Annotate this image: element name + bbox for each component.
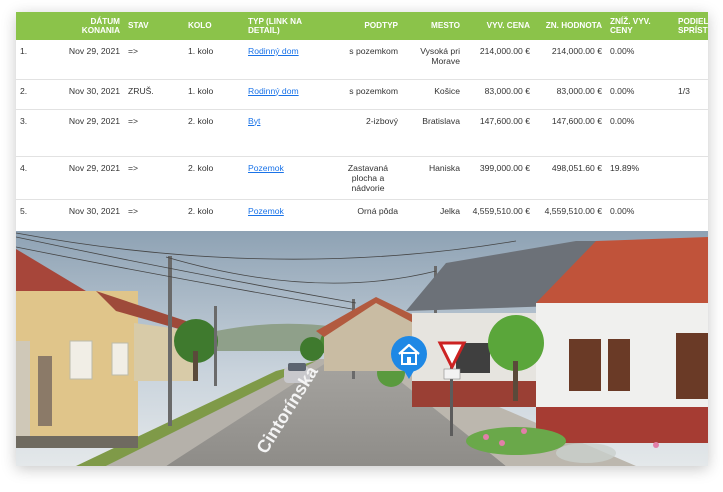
street-view-photo: Cintorínska <box>16 231 708 466</box>
price-cell: 4,559,510.00 € <box>464 199 534 236</box>
round-cell: 2. kolo <box>184 199 244 236</box>
city-cell: Jelka <box>402 199 464 236</box>
status-cell: => <box>124 109 184 157</box>
detail-link[interactable]: Rodinný dom <box>248 86 299 96</box>
subtype-cell: s pozemkom <box>320 79 402 110</box>
share-cell <box>674 199 708 236</box>
status-cell: => <box>124 40 184 80</box>
type-cell: Rodinný dom <box>244 40 320 80</box>
price-cell: 83,000.00 € <box>464 79 534 110</box>
auction-date: Nov 29, 2021 <box>56 109 124 157</box>
detail-link[interactable]: Pozemok <box>248 163 284 173</box>
share-cell: 1/3 <box>674 79 708 110</box>
col-header-zniz: ZNÍŽ. VYV. CENY <box>606 12 674 40</box>
detail-link[interactable]: Byt <box>248 116 260 126</box>
city-cell: Vysoká pri Morave <box>402 40 464 80</box>
detail-link[interactable]: Rodinný dom <box>248 46 299 56</box>
col-header-mesto: MESTO <box>402 12 464 40</box>
auction-table: DÁTUM KONANIA STAV KOLO TYP (LINK NA DET… <box>16 12 708 236</box>
subtype-cell: 2-izbový <box>320 109 402 157</box>
table-row: 3. Nov 29, 2021 => 2. kolo Byt 2-izbový … <box>16 109 708 157</box>
price-cell: 399,000.00 € <box>464 156 534 200</box>
round-cell: 2. kolo <box>184 156 244 200</box>
status-cell: ZRUŠ. <box>124 79 184 110</box>
reduction-cell: 0.00% <box>606 109 674 157</box>
price-cell: 214,000.00 € <box>464 40 534 80</box>
row-number: 1. <box>16 40 56 80</box>
auction-date: Nov 30, 2021 <box>56 199 124 236</box>
row-number: 4. <box>16 156 56 200</box>
subtype-cell: Zastavaná plocha a nádvorie <box>320 156 402 200</box>
city-cell: Bratislava <box>402 109 464 157</box>
subtype-cell: Orná pôda <box>320 199 402 236</box>
reduction-cell: 0.00% <box>606 79 674 110</box>
value-cell: 498,051.60 € <box>534 156 606 200</box>
col-header-stav: STAV <box>124 12 184 40</box>
share-cell <box>674 109 708 157</box>
col-header-hodnota: ZN. HODNOTA <box>534 12 606 40</box>
row-number: 2. <box>16 79 56 110</box>
share-cell <box>674 156 708 200</box>
subtype-cell: s pozemkom <box>320 40 402 80</box>
listing-card: DÁTUM KONANIA STAV KOLO TYP (LINK NA DET… <box>16 12 708 466</box>
col-header-typ: TYP (LINK NA DETAIL) <box>244 12 320 40</box>
type-cell: Byt <box>244 109 320 157</box>
round-cell: 1. kolo <box>184 40 244 80</box>
share-cell <box>674 40 708 80</box>
auction-date: Nov 29, 2021 <box>56 40 124 80</box>
house-icon[interactable] <box>390 335 428 381</box>
col-header-podtyp: PODTYP <box>320 12 402 40</box>
round-cell: 1. kolo <box>184 79 244 110</box>
table-row: 2. Nov 30, 2021 ZRUŠ. 1. kolo Rodinný do… <box>16 79 708 110</box>
col-header-podiel: PODIEL A SPRÍSTUP. <box>674 12 708 40</box>
col-header-date: DÁTUM KONANIA <box>56 12 124 40</box>
type-cell: Pozemok <box>244 199 320 236</box>
auction-date: Nov 29, 2021 <box>56 156 124 200</box>
row-number: 5. <box>16 199 56 236</box>
col-header-num <box>16 12 56 40</box>
detail-link[interactable]: Pozemok <box>248 206 284 216</box>
row-number: 3. <box>16 109 56 157</box>
price-cell: 147,600.00 € <box>464 109 534 157</box>
col-header-cena: VYV. CENA <box>464 12 534 40</box>
reduction-cell: 0.00% <box>606 199 674 236</box>
value-cell: 4,559,510.00 € <box>534 199 606 236</box>
status-cell: => <box>124 156 184 200</box>
table-row: 4. Nov 29, 2021 => 2. kolo Pozemok Zasta… <box>16 156 708 200</box>
auction-date: Nov 30, 2021 <box>56 79 124 110</box>
value-cell: 147,600.00 € <box>534 109 606 157</box>
table-header-row: DÁTUM KONANIA STAV KOLO TYP (LINK NA DET… <box>16 12 708 40</box>
reduction-cell: 0.00% <box>606 40 674 80</box>
city-cell: Košice <box>402 79 464 110</box>
type-cell: Rodinný dom <box>244 79 320 110</box>
city-cell: Haniska <box>402 156 464 200</box>
table-row: 1. Nov 29, 2021 => 1. kolo Rodinný dom s… <box>16 40 708 80</box>
type-cell: Pozemok <box>244 156 320 200</box>
value-cell: 214,000.00 € <box>534 40 606 80</box>
status-cell: => <box>124 199 184 236</box>
value-cell: 83,000.00 € <box>534 79 606 110</box>
round-cell: 2. kolo <box>184 109 244 157</box>
col-header-kolo: KOLO <box>184 12 244 40</box>
table-row: 5. Nov 30, 2021 => 2. kolo Pozemok Orná … <box>16 199 708 236</box>
reduction-cell: 19.89% <box>606 156 674 200</box>
